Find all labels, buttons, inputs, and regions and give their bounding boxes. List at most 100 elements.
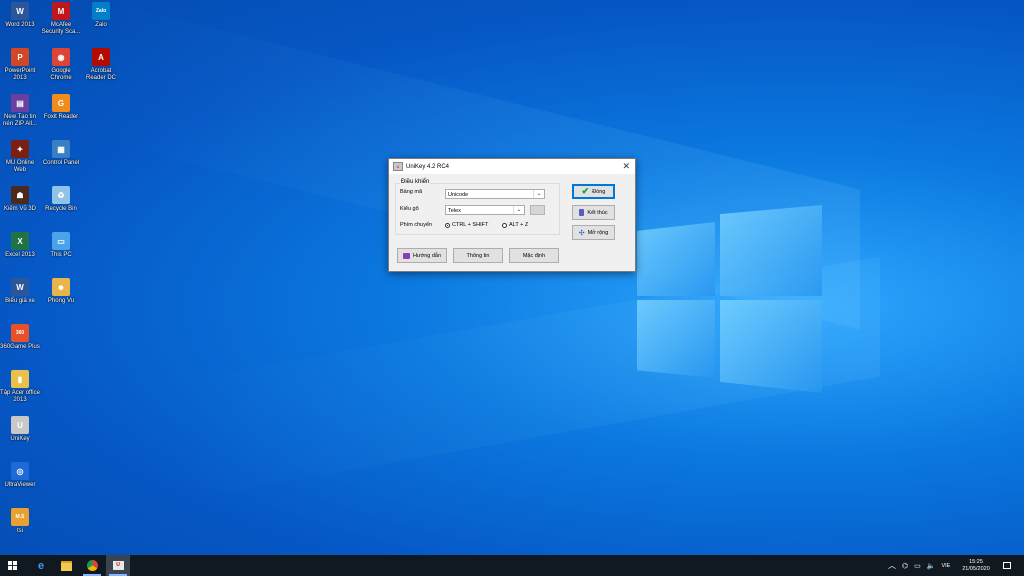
desktop-icon[interactable]: M.S tsi xyxy=(0,508,40,535)
mo-rong-button[interactable]: ✣ Mở rộng xyxy=(572,225,615,240)
desktop-icon-label: PowerPoint 2013 xyxy=(4,68,36,81)
windows-start-icon xyxy=(7,561,17,570)
kieu-go-extra-button[interactable] xyxy=(530,205,545,215)
ket-thuc-button[interactable]: Kết thúc xyxy=(572,205,615,220)
clock-date: 21/05/2020 xyxy=(962,565,990,572)
battery-icon[interactable]: ▭ xyxy=(914,562,921,570)
desktop-icon[interactable]: ◎ UltraViewer xyxy=(0,462,40,489)
desktop-icon[interactable]: Zalo Zalo xyxy=(81,2,121,29)
desktop-icon-label: tsi xyxy=(17,528,23,534)
group-title: Điều khiển xyxy=(400,179,431,185)
excel-icon: X xyxy=(11,232,29,250)
kieu-go-select[interactable]: Telex ⌄ xyxy=(445,205,525,215)
mcafee-icon: M xyxy=(52,2,70,20)
dialog-titlebar[interactable]: U UniKey 4.2 RC4 xyxy=(389,159,635,174)
mu-online-icon: ✦ xyxy=(11,140,29,158)
zalo-icon: Zalo xyxy=(92,2,110,20)
chevron-down-icon[interactable]: ⌄ xyxy=(533,190,544,198)
desktop-icon[interactable]: 360 360Game Plus xyxy=(0,324,40,351)
radio-ctrl-shift-label: CTRL + SHIFT xyxy=(452,222,489,228)
network-icon[interactable]: ⌬ xyxy=(902,562,908,570)
desktop-icon[interactable]: ♻ Recycle Bin xyxy=(41,186,81,213)
unikey-icon: U xyxy=(112,561,124,570)
desktop-icon-label: This PC xyxy=(50,252,72,258)
exit-icon xyxy=(579,209,585,216)
desktop-icon[interactable]: W Biểu giá xe xyxy=(0,278,40,305)
kieu-go-value: Telex xyxy=(448,208,461,214)
huong-dan-button-label: Hướng dẫn xyxy=(412,252,442,259)
notification-button[interactable] xyxy=(1000,555,1014,576)
radio-selected-icon[interactable] xyxy=(445,222,450,228)
chevron-up-icon[interactable]: ︿ xyxy=(888,560,896,571)
desktop-background: W Word 2013 M McAfee Security Sca... Zalo Zal… xyxy=(0,0,1024,555)
bang-ma-value: Unicode xyxy=(448,192,469,198)
chevron-down-icon[interactable]: ⌄ xyxy=(513,206,524,214)
taskbar-unikey[interactable]: U xyxy=(106,555,130,576)
foxit-icon: G xyxy=(52,94,70,112)
desktop-icon[interactable]: ▮ Tập Acer office 2013 xyxy=(0,370,40,404)
desktop-icon-label: Foxit Reader xyxy=(43,114,79,120)
desktop-icon[interactable]: G Foxit Reader xyxy=(41,94,81,121)
ket-thuc-button-label: Kết thúc xyxy=(587,209,608,216)
folder-icon: ▮ xyxy=(11,370,29,388)
clock-time: 15:25 xyxy=(969,558,983,565)
acrobat-icon: A xyxy=(92,48,110,66)
phim-chuyen-label: Phím chuyển xyxy=(400,222,433,228)
windows-logo-pane xyxy=(720,205,822,296)
mac-dinh-button[interactable]: Mặc định xyxy=(509,248,559,263)
desktop-icon-label: Recycle Bin xyxy=(45,206,77,212)
start-button[interactable] xyxy=(0,555,24,576)
document-icon: W xyxy=(11,278,29,296)
desktop-icon[interactable]: ◉ Google Chrome xyxy=(41,48,81,82)
desktop-icon[interactable]: ✦ MU Online Web xyxy=(0,140,40,174)
desktop-icon-label: Tập Acer office 2013 xyxy=(0,390,40,403)
desktop-icon-label: McAfee Security Sca... xyxy=(41,22,81,35)
desktop-icon-label: UltraViewer xyxy=(4,482,36,488)
desktop-icon[interactable]: A Acrobat Reader DC xyxy=(81,48,121,82)
radio-unselected-icon[interactable] xyxy=(502,222,507,228)
desktop-icon[interactable]: ☗ Kiếm Vũ 3D xyxy=(0,186,40,213)
notification-icon xyxy=(1003,562,1011,569)
radio-ctrl-shift[interactable]: CTRL + SHIFT xyxy=(445,222,488,228)
desktop-icon[interactable]: ▦ Control Panel xyxy=(41,140,81,167)
folder-icon xyxy=(60,560,72,571)
language-indicator[interactable]: VIE xyxy=(941,563,950,569)
desktop-icon-label: Zalo xyxy=(95,22,107,28)
windows-logo-pane xyxy=(720,300,822,393)
tsi-icon: M.S xyxy=(11,508,29,526)
desktop-icon-label: Excel 2013 xyxy=(5,252,35,258)
taskbar-edge[interactable]: e xyxy=(29,555,53,576)
huong-dan-button[interactable]: Hướng dẫn xyxy=(397,248,447,263)
desktop-icon[interactable]: X Excel 2013 xyxy=(0,232,40,259)
edge-icon: e xyxy=(37,559,45,572)
desktop-icon-label: 360Game Plus xyxy=(0,344,40,350)
bang-ma-select[interactable]: Unicode ⌄ xyxy=(445,189,545,199)
desktop-icon[interactable]: M McAfee Security Sca... xyxy=(41,2,81,36)
desktop-icon[interactable]: ☻ Phong Vu xyxy=(41,278,81,305)
thong-tin-button[interactable]: Thông tin xyxy=(453,248,503,263)
desktop-icon[interactable]: ▭ This PC xyxy=(41,232,81,259)
radio-alt-z-label: ALT + Z xyxy=(509,222,529,228)
dong-button-label: Đóng xyxy=(592,188,606,195)
desktop-icon[interactable]: ▤ New Tạo tin nén ZIP All... xyxy=(0,94,40,128)
dong-button[interactable]: ✔ Đóng xyxy=(572,184,615,199)
game360-icon: 360 xyxy=(11,324,29,342)
desktop-icon[interactable]: W Word 2013 xyxy=(0,2,40,29)
powerpoint-icon: P xyxy=(11,48,29,66)
desktop-icon-label: UniKey xyxy=(10,436,30,442)
recycle-bin-icon: ♻ xyxy=(52,186,70,204)
ultraviewer-icon: ◎ xyxy=(11,462,29,480)
bang-ma-label: Bảng mã xyxy=(400,189,423,195)
close-icon[interactable]: ✕ xyxy=(622,161,630,172)
volume-icon[interactable]: 🔈 xyxy=(927,562,936,570)
desktop-icon[interactable]: U UniKey xyxy=(0,416,40,443)
unikey-icon: U xyxy=(393,162,403,171)
taskbar-file-explorer[interactable] xyxy=(54,555,78,576)
winrar-icon: ▤ xyxy=(11,94,29,112)
taskbar-chrome[interactable] xyxy=(80,555,104,576)
unikey-dialog: U UniKey 4.2 RC4 ✕ Điều khiển Bảng mã Un… xyxy=(388,158,636,272)
desktop-icon[interactable]: P PowerPoint 2013 xyxy=(0,48,40,82)
radio-alt-z[interactable]: ALT + Z xyxy=(502,222,528,228)
clock[interactable]: 15:25 21/05/2020 xyxy=(956,555,996,576)
dialog-title: UniKey 4.2 RC4 xyxy=(406,163,450,170)
